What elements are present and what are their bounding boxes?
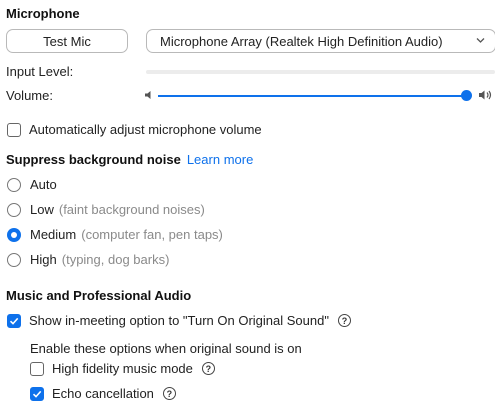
- help-icon[interactable]: ?: [201, 362, 215, 375]
- test-mic-button[interactable]: Test Mic: [6, 29, 128, 53]
- input-level-label: Input Level:: [6, 64, 74, 79]
- suppress-option-hint: (computer fan, pen taps): [81, 227, 223, 242]
- suppress-option-high[interactable]: High (typing, dog barks): [7, 252, 169, 267]
- input-level-meter: [146, 70, 495, 74]
- high-fidelity-row[interactable]: High fidelity music mode ?: [30, 361, 215, 376]
- help-icon[interactable]: ?: [337, 314, 351, 327]
- enable-options-text: Enable these options when original sound…: [30, 341, 302, 356]
- suppress-option-label: High: [30, 252, 57, 267]
- radio-low[interactable]: [7, 202, 21, 217]
- music-title: Music and Professional Audio: [6, 288, 192, 303]
- radio-auto[interactable]: [7, 177, 21, 192]
- suppress-title: Suppress background noise: [6, 152, 181, 167]
- suppress-option-hint: (typing, dog barks): [61, 252, 170, 267]
- suppress-option-label: Auto: [30, 177, 57, 192]
- speaker-low-icon: [145, 91, 151, 99]
- help-icon[interactable]: ?: [162, 387, 176, 400]
- original-sound-label: Show in-meeting option to "Turn On Origi…: [29, 313, 329, 328]
- auto-adjust-label: Automatically adjust microphone volume: [29, 122, 262, 137]
- suppress-option-hint: (faint background noises): [58, 202, 205, 217]
- chevron-down-icon: [476, 38, 485, 43]
- echo-cancellation-label: Echo cancellation: [52, 386, 154, 401]
- microphone-device-select[interactable]: Microphone Array (Realtek High Definitio…: [146, 29, 495, 53]
- suppress-option-low[interactable]: Low (faint background noises): [7, 202, 205, 217]
- microphone-device-value: Microphone Array (Realtek High Definitio…: [160, 33, 443, 49]
- original-sound-row[interactable]: Show in-meeting option to "Turn On Origi…: [7, 313, 351, 328]
- auto-adjust-row[interactable]: Automatically adjust microphone volume: [7, 122, 262, 137]
- auto-adjust-checkbox[interactable]: [7, 122, 21, 137]
- suppress-option-label: Low: [30, 202, 54, 217]
- volume-slider-handle[interactable]: [461, 90, 472, 101]
- learn-more-link[interactable]: Learn more: [187, 152, 253, 167]
- suppress-header: Suppress background noise Learn more: [6, 152, 253, 167]
- microphone-title: Microphone: [6, 6, 80, 21]
- suppress-option-label: Medium: [30, 227, 77, 242]
- high-fidelity-checkbox[interactable]: [30, 361, 44, 376]
- volume-label: Volume:: [6, 88, 53, 103]
- suppress-option-auto[interactable]: Auto: [7, 177, 57, 192]
- speaker-high-icon: [479, 90, 492, 100]
- original-sound-checkbox[interactable]: [7, 313, 21, 328]
- check-icon: [9, 317, 19, 325]
- radio-medium[interactable]: [7, 227, 21, 242]
- check-icon: [32, 390, 42, 398]
- radio-high[interactable]: [7, 252, 21, 267]
- echo-cancellation-checkbox[interactable]: [30, 386, 44, 401]
- suppress-option-medium[interactable]: Medium (computer fan, pen taps): [7, 227, 223, 242]
- echo-cancellation-row[interactable]: Echo cancellation ?: [30, 386, 176, 401]
- volume-slider-track[interactable]: [158, 95, 464, 97]
- high-fidelity-label: High fidelity music mode: [52, 361, 193, 376]
